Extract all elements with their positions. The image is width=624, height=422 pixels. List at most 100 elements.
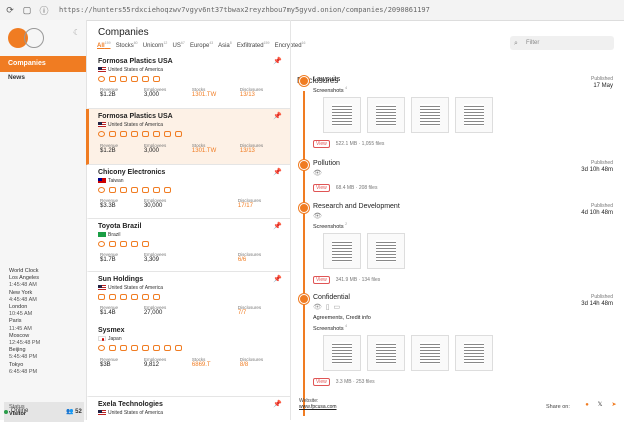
company-name: Toyota Brazil — [98, 223, 142, 230]
screenshot-thumbnail[interactable] — [411, 97, 449, 133]
screenshot-thumbnail[interactable] — [367, 335, 405, 371]
country-label: United States of America — [108, 122, 164, 128]
stat-value: 3,000 — [143, 148, 159, 154]
lock-icon — [109, 76, 116, 82]
screenshot-thumbnail[interactable] — [455, 335, 493, 371]
screenshot-thumbnail[interactable] — [411, 335, 449, 371]
clock-city: Paris — [9, 318, 22, 325]
users-icon — [175, 131, 182, 137]
browser-url-bar: ⟳ ▢ ⓘ https://hunters55rdxciehoqzwv7vgyv… — [0, 0, 624, 21]
users-icon — [153, 76, 160, 82]
disclosures-pane: ⌕ Filter Disclosures Lawsuits Published 1… — [290, 20, 624, 420]
pin-icon[interactable]: 📌 — [273, 168, 282, 176]
published-label: Published — [591, 160, 613, 166]
view-button[interactable]: View — [313, 378, 330, 386]
filter-input[interactable]: ⌕ Filter — [510, 36, 614, 50]
stat-value: 6869.T — [191, 362, 211, 368]
twitter-x-icon[interactable]: 𝕏 — [595, 400, 605, 410]
moon-icon[interactable]: ☾ — [73, 28, 80, 37]
flag-us-icon — [98, 410, 106, 415]
filter-count: 43 — [209, 41, 214, 45]
sidebar-item-companies[interactable]: Companies — [0, 56, 86, 72]
view-button[interactable]: View — [313, 184, 330, 192]
filter-count: 12 — [163, 41, 168, 45]
online-status: Online 👥 52 — [0, 405, 86, 420]
timeline-dot — [299, 160, 309, 170]
screenshots-label: Screenshots 4 — [313, 86, 347, 94]
screenshot-thumbnail[interactable] — [323, 97, 361, 133]
company-card[interactable]: Sysmex Japan Revenue $3B Employees 9,812 S… — [86, 323, 290, 397]
reload-icon[interactable]: ⟳ — [3, 3, 17, 17]
company-card[interactable]: Sun Holdings 📌 United States of America … — [86, 272, 290, 323]
website-link[interactable]: www.fpcusa.com — [299, 404, 337, 410]
tab-icon[interactable]: ▢ — [20, 3, 34, 17]
country-label: Japan — [108, 336, 122, 342]
eye-icon: 👁 — [313, 213, 322, 220]
pin-icon[interactable]: 📌 — [273, 57, 282, 65]
screenshots-text: Screenshots — [313, 87, 344, 94]
event-title: Confidential — [313, 294, 350, 301]
published-date: 3d 14h 48m — [581, 301, 613, 307]
data-category-icons — [98, 76, 164, 84]
filter-us[interactable]: US67 — [172, 41, 185, 49]
country-label: Taiwan — [108, 178, 124, 184]
company-stats: Revenue $3B Employees 9,812 Stocks 6869.T D… — [100, 357, 263, 368]
stat-value: $3.3B — [100, 203, 116, 209]
filter-count: 67 — [180, 41, 185, 45]
view-button[interactable]: View — [313, 276, 330, 284]
pin-icon[interactable]: 📌 — [273, 222, 282, 230]
pin-icon[interactable]: 📌 — [273, 112, 282, 120]
search-icon: ⌕ — [514, 40, 518, 47]
clock-city: Beijing — [9, 347, 26, 354]
pin-icon[interactable]: 📌 — [273, 400, 282, 408]
flag-tw-icon — [98, 178, 106, 183]
filter-europe[interactable]: Europe43 — [190, 41, 214, 49]
screenshot-thumbnail[interactable] — [323, 233, 361, 269]
screenshots-count: 4 — [345, 324, 348, 328]
stat-value: 1301.TW — [191, 92, 217, 98]
published-date: 4d 10h 48m — [581, 210, 613, 216]
company-card-selected[interactable]: Formosa Plastics USA 📌 United States of … — [86, 109, 290, 165]
filter-all[interactable]: All159 — [97, 41, 111, 49]
sidebar-item-news[interactable]: News — [8, 74, 25, 81]
company-card[interactable]: Formosa Plastics USA 📌 United States of … — [86, 54, 290, 109]
stat-value: 6/6 — [237, 257, 247, 263]
eye-icon: 👁 — [313, 170, 322, 177]
company-card[interactable]: Exela Technologies 📌 United States of Am… — [86, 397, 290, 420]
screenshot-thumbnail[interactable] — [367, 97, 405, 133]
online-label: Online — [11, 408, 29, 414]
company-card[interactable]: Chicony Electronics 📌 Taiwan Revenue $3.3… — [86, 165, 290, 219]
page-info-icon[interactable]: ⓘ — [37, 3, 51, 17]
database-icon — [131, 345, 138, 351]
company-country: Japan — [98, 336, 122, 342]
stat-value: 3,000 — [143, 92, 159, 98]
reddit-icon[interactable]: ● — [582, 400, 592, 410]
filter-exfiltrated[interactable]: Exfiltrated159 — [237, 41, 270, 49]
clock-time: 5:45:48 PM — [9, 354, 38, 361]
company-card[interactable]: Toyota Brazil 📌 Brazil Revenue $1.7B Empl… — [86, 219, 290, 272]
screenshot-thumbnail[interactable] — [455, 97, 493, 133]
filter-count: 159 — [104, 41, 111, 45]
filter-unicorn[interactable]: Unicorn12 — [143, 41, 168, 49]
timeline-dot — [299, 203, 309, 213]
document-icon — [131, 241, 138, 247]
company-country: Taiwan — [98, 178, 124, 184]
clock-city: London — [9, 304, 28, 311]
filter-count: 60 — [133, 41, 138, 45]
filter-label: US — [172, 43, 181, 49]
id-card-icon — [120, 76, 127, 82]
filter-stocks[interactable]: Stocks60 — [116, 41, 138, 49]
screenshot-thumbnail[interactable] — [323, 335, 361, 371]
telegram-icon[interactable]: ➤ — [609, 400, 619, 410]
pin-icon[interactable]: 📌 — [273, 275, 282, 283]
company-list-pane: Companies All159 Stocks60 Unicorn12 US67… — [86, 20, 306, 420]
country-label: United States of America — [108, 285, 164, 291]
company-country: Brazil — [98, 232, 121, 238]
url-field[interactable]: https://hunters55rdxciehoqzwv7vgyv6nt37t… — [59, 6, 579, 14]
filter-asia[interactable]: Asia8 — [218, 41, 232, 49]
disclosure-event: Research and Development Published 4d 10… — [313, 203, 613, 293]
published-label: Published — [591, 294, 613, 300]
view-button[interactable]: View — [313, 140, 330, 148]
screenshot-thumbnail[interactable] — [367, 233, 405, 269]
stat-value: 30,000 — [143, 203, 163, 209]
